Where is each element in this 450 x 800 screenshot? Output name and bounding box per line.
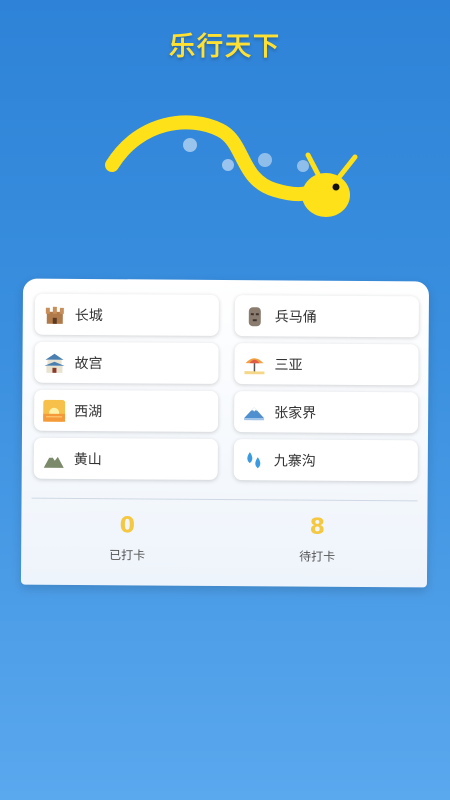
mountain-icon (42, 446, 66, 470)
card-divider (31, 497, 418, 502)
moai-statue-icon (243, 304, 267, 328)
checked-in-count: 0 (119, 513, 136, 539)
spot-sanya[interactable]: 三亚 (234, 343, 419, 386)
spot-terracotta-army[interactable]: 兵马俑 (234, 295, 419, 338)
bubble-3 (258, 153, 272, 167)
spot-label: 九寨沟 (273, 452, 316, 470)
spot-label: 长城 (74, 307, 103, 324)
snake-eye (332, 183, 340, 191)
spot-jiuzhaigou[interactable]: 九寨沟 (233, 439, 418, 482)
beach-umbrella-icon (242, 352, 266, 376)
spot-great-wall[interactable]: 长城 (34, 293, 219, 336)
snowy-mountain-icon (242, 400, 266, 424)
checked-in-stat: 0 已打卡 (47, 513, 207, 564)
spot-label: 故宫 (74, 355, 103, 372)
spots-grid: 长城 兵马俑 故宫 三亚 西湖 张家界 黄山 九寨沟 (33, 293, 419, 482)
checkin-card: 长城 兵马俑 故宫 三亚 西湖 张家界 黄山 九寨沟 0 已打卡 8 待打卡 (20, 278, 430, 588)
spot-label: 西湖 (74, 403, 103, 420)
app-title: 乐行天下 (168, 32, 281, 62)
pending-stat: 8 待打卡 (237, 514, 397, 565)
pending-label: 待打卡 (299, 549, 336, 564)
spot-zhangjiajie[interactable]: 张家界 (234, 391, 419, 434)
water-droplets-icon (242, 448, 266, 472)
sunrise-icon (42, 398, 66, 422)
spot-label: 三亚 (274, 356, 303, 374)
spot-west-lake[interactable]: 西湖 (34, 389, 219, 432)
bubble-2 (222, 159, 234, 171)
snake-body (105, 115, 322, 202)
checked-in-label: 已打卡 (109, 548, 146, 563)
spot-forbidden-city[interactable]: 故宫 (34, 341, 219, 384)
spot-label: 兵马俑 (274, 308, 317, 326)
castle-icon (43, 302, 67, 326)
spot-label: 张家界 (274, 404, 317, 422)
spot-label: 黄山 (73, 451, 102, 468)
palace-icon (42, 350, 66, 374)
snake-antenna-right (337, 154, 358, 179)
snake-mascot-illustration (105, 115, 358, 217)
pending-count: 8 (309, 514, 326, 540)
spot-huangshan[interactable]: 黄山 (33, 437, 218, 480)
snake-head (302, 173, 350, 217)
bubble-4 (297, 160, 309, 172)
bubble-1 (183, 138, 197, 152)
